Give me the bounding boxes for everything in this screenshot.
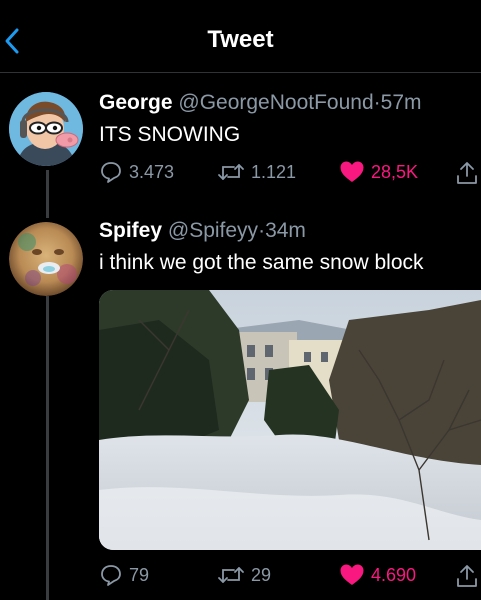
tweet-actions: 79 29 4.690 xyxy=(99,563,481,591)
timestamp[interactable]: 34m xyxy=(265,219,306,242)
thread-line xyxy=(46,170,49,218)
like-button[interactable]: 28,5K xyxy=(339,160,418,184)
display-name[interactable]: Spifey xyxy=(99,219,162,242)
like-count: 4.690 xyxy=(371,564,417,585)
reply-count: 3.473 xyxy=(129,161,175,182)
retweet-button[interactable]: 1.121 xyxy=(217,160,296,184)
share-button[interactable] xyxy=(455,160,479,186)
reply-button[interactable]: 79 xyxy=(99,563,149,587)
username[interactable]: @GeorgeNootFound xyxy=(178,91,373,114)
tweet-media-photo[interactable] xyxy=(99,290,481,550)
retweet-icon xyxy=(218,164,244,180)
thread-line xyxy=(46,296,49,600)
tweet-text: i think we got the same snow block xyxy=(99,251,424,274)
display-name[interactable]: George xyxy=(99,91,173,114)
retweet-button[interactable]: 29 xyxy=(217,563,271,587)
tweet-header: Spifey @Spifeyy·34m xyxy=(99,219,306,243)
share-icon xyxy=(457,565,477,587)
avatar[interactable] xyxy=(9,92,83,166)
timestamp[interactable]: 57m xyxy=(381,91,422,114)
retweet-count: 29 xyxy=(251,564,272,585)
avatar[interactable] xyxy=(9,222,83,296)
separator: · xyxy=(373,91,381,114)
tweet-text: ITS SNOWING xyxy=(99,123,241,146)
share-button[interactable] xyxy=(455,563,479,589)
reply-count: 79 xyxy=(129,564,150,585)
retweet-count: 1.121 xyxy=(251,161,297,182)
heart-icon xyxy=(340,161,364,182)
retweet-icon xyxy=(218,567,244,583)
header: Tweet xyxy=(0,0,481,73)
tweet-actions: 3.473 1.121 28,5K xyxy=(99,160,481,188)
reply-icon xyxy=(101,565,121,586)
tweet-header: George @GeorgeNootFound·57m xyxy=(99,91,422,115)
share-icon xyxy=(457,162,477,184)
reply-icon xyxy=(101,162,121,183)
username[interactable]: @Spifeyy xyxy=(168,219,258,242)
like-count: 28,5K xyxy=(371,161,419,182)
reply-button[interactable]: 3.473 xyxy=(99,160,174,184)
page-title: Tweet xyxy=(207,26,274,53)
heart-icon xyxy=(340,564,364,585)
like-button[interactable]: 4.690 xyxy=(339,563,416,587)
separator: · xyxy=(258,219,266,242)
